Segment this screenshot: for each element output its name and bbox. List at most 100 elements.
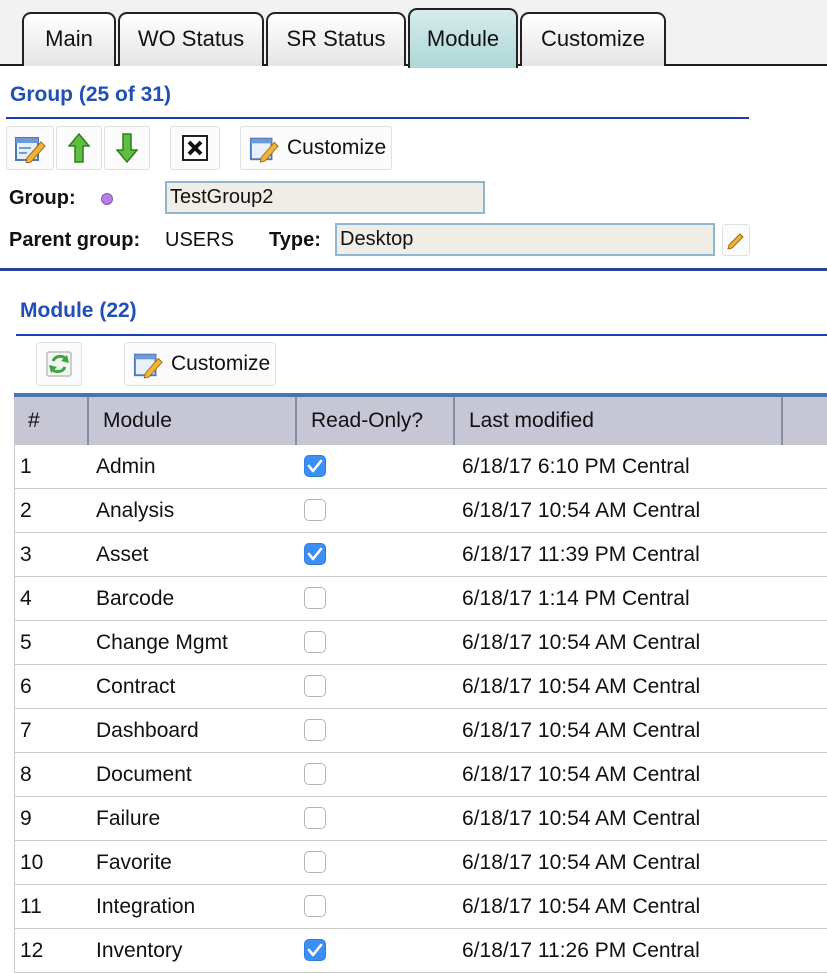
move-up-button[interactable] — [56, 126, 102, 170]
column-header-module[interactable]: Module — [89, 397, 297, 445]
last-modified: 6/18/17 10:54 AM Central — [462, 499, 701, 522]
module-name: Integration — [96, 895, 196, 918]
module-name: Change Mgmt — [96, 631, 228, 654]
tab-customize[interactable]: Customize — [520, 12, 666, 66]
checkmark-icon — [307, 547, 323, 561]
tab-module[interactable]: Module — [408, 8, 518, 68]
checkmark-icon — [307, 943, 323, 957]
table-row[interactable]: 10 Favorite 6/18/17 10:54 AM Central — [14, 841, 827, 885]
module-customize-button[interactable]: Customize — [124, 342, 276, 386]
table-row[interactable]: 12 Inventory 6/18/17 11:26 PM Central — [14, 929, 827, 973]
last-modified: 6/18/17 10:54 AM Central — [462, 851, 701, 874]
pencil-icon — [727, 233, 744, 250]
row-number: 9 — [20, 807, 32, 830]
table-row[interactable]: 11 Integration 6/18/17 10:54 AM Central — [14, 885, 827, 929]
read-only-checkbox[interactable] — [304, 939, 326, 961]
move-down-button[interactable] — [104, 126, 150, 170]
module-customize-label: Customize — [171, 352, 271, 375]
last-modified: 6/18/17 11:26 PM Central — [462, 939, 700, 962]
table-header: # Module Read-Only? Last modified — [14, 393, 827, 445]
table-row[interactable]: 1 Admin 6/18/17 6:10 PM Central — [14, 445, 827, 489]
table-row[interactable]: 4 Barcode 6/18/17 1:14 PM Central — [14, 577, 827, 621]
row-number: 5 — [20, 631, 32, 654]
row-number: 2 — [20, 499, 32, 522]
read-only-checkbox[interactable] — [304, 499, 326, 521]
column-header-last-modified[interactable]: Last modified — [455, 397, 783, 445]
table-row[interactable]: 7 Dashboard 6/18/17 10:54 AM Central — [14, 709, 827, 753]
module-title-rule — [16, 334, 827, 336]
read-only-checkbox[interactable] — [304, 631, 326, 653]
row-number: 3 — [20, 543, 32, 566]
module-name: Document — [96, 763, 192, 786]
module-name: Analysis — [96, 499, 175, 522]
type-label: Type: — [269, 229, 321, 251]
last-modified: 6/18/17 10:54 AM Central — [462, 763, 701, 786]
delete-button[interactable] — [170, 126, 220, 170]
module-name: Inventory — [96, 939, 183, 962]
module-name: Favorite — [96, 851, 172, 874]
group-label: Group: — [9, 187, 76, 209]
module-name: Barcode — [96, 587, 175, 610]
parent-group-value: USERS — [165, 229, 234, 251]
last-modified: 6/18/17 10:54 AM Central — [462, 807, 701, 830]
read-only-checkbox[interactable] — [304, 763, 326, 785]
row-number: 6 — [20, 675, 32, 698]
row-number: 12 — [20, 939, 44, 962]
type-field[interactable] — [335, 223, 715, 256]
checkmark-icon — [307, 459, 323, 473]
module-section-title: Module (22) — [20, 299, 137, 322]
table-row[interactable]: 5 Change Mgmt 6/18/17 10:54 AM Central — [14, 621, 827, 665]
tab-sr-status[interactable]: SR Status — [266, 12, 406, 66]
last-modified: 6/18/17 6:10 PM Central — [462, 455, 690, 478]
edit-button[interactable] — [6, 126, 54, 170]
customize-icon — [249, 137, 279, 163]
last-modified: 6/18/17 1:14 PM Central — [462, 587, 690, 610]
read-only-checkbox[interactable] — [304, 895, 326, 917]
column-header-read-only[interactable]: Read-Only? — [297, 397, 455, 445]
table-row[interactable]: 8 Document 6/18/17 10:54 AM Central — [14, 753, 827, 797]
tab-wo-status[interactable]: WO Status — [118, 12, 264, 66]
read-only-checkbox[interactable] — [304, 675, 326, 697]
read-only-checkbox[interactable] — [304, 719, 326, 741]
row-number: 7 — [20, 719, 32, 742]
group-section-title: Group (25 of 31) — [10, 83, 172, 106]
group-status-dot-icon — [101, 193, 113, 205]
group-customize-button[interactable]: Customize — [240, 126, 392, 170]
row-number: 4 — [20, 587, 32, 610]
arrow-down-icon — [116, 133, 138, 164]
last-modified: 6/18/17 10:54 AM Central — [462, 895, 701, 918]
table-row[interactable]: 3 Asset 6/18/17 11:39 PM Central — [14, 533, 827, 577]
last-modified: 6/18/17 10:54 AM Central — [462, 719, 701, 742]
read-only-checkbox[interactable] — [304, 851, 326, 873]
read-only-checkbox[interactable] — [304, 543, 326, 565]
row-number: 1 — [20, 455, 32, 478]
table-row[interactable]: 2 Analysis 6/18/17 10:54 AM Central — [14, 489, 827, 533]
last-modified: 6/18/17 11:39 PM Central — [462, 543, 700, 566]
read-only-checkbox[interactable] — [304, 807, 326, 829]
module-name: Dashboard — [96, 719, 199, 742]
read-only-checkbox[interactable] — [304, 455, 326, 477]
refresh-button[interactable] — [36, 342, 82, 386]
last-modified: 6/18/17 10:54 AM Central — [462, 631, 701, 654]
group-name-field[interactable] — [165, 181, 485, 214]
tab-bar: Main WO Status SR Status Module Customiz… — [0, 0, 827, 68]
edit-icon — [15, 137, 46, 163]
arrow-up-icon — [68, 132, 90, 163]
type-edit-button[interactable] — [722, 224, 750, 256]
delete-icon — [182, 135, 208, 161]
tab-main[interactable]: Main — [22, 12, 116, 66]
group-title-rule — [6, 117, 749, 119]
parent-group-label: Parent group: — [9, 229, 141, 251]
customize-icon — [133, 353, 163, 379]
column-header-number[interactable]: # — [14, 397, 89, 445]
refresh-icon — [46, 351, 72, 377]
module-name: Failure — [96, 807, 161, 830]
table-row[interactable]: 6 Contract 6/18/17 10:54 AM Central — [14, 665, 827, 709]
table-row[interactable]: 9 Failure 6/18/17 10:54 AM Central — [14, 797, 827, 841]
row-number: 11 — [20, 895, 42, 918]
read-only-checkbox[interactable] — [304, 587, 326, 609]
last-modified: 6/18/17 10:54 AM Central — [462, 675, 701, 698]
group-customize-label: Customize — [287, 136, 387, 159]
row-number: 10 — [20, 851, 44, 874]
section-divider — [0, 268, 827, 271]
